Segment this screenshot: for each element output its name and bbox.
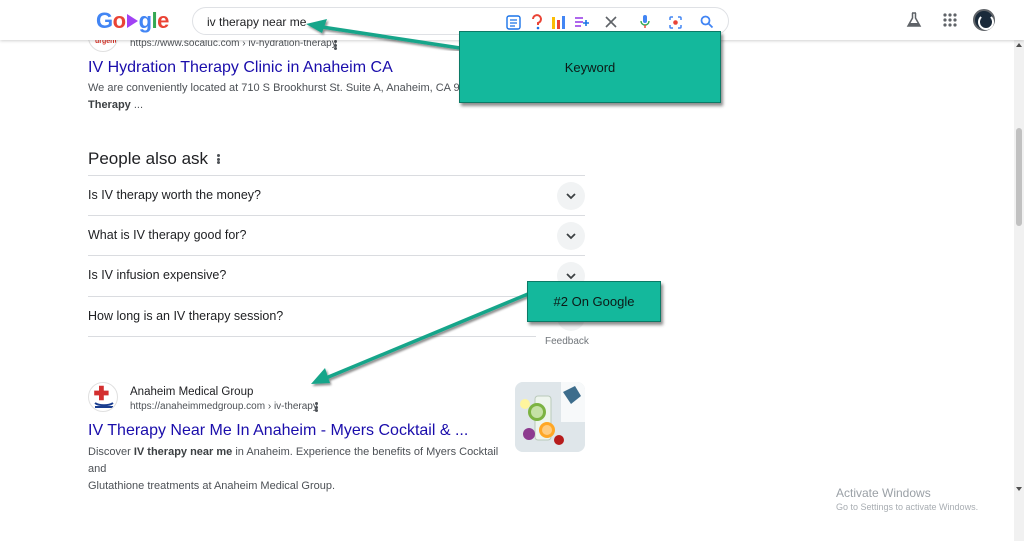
paa-question-2[interactable]: What is IV therapy good for? bbox=[88, 215, 585, 255]
microphone-icon[interactable] bbox=[637, 14, 653, 30]
rank-callout: #2 On Google bbox=[527, 281, 661, 322]
apps-grid-icon[interactable] bbox=[940, 10, 960, 30]
result1-snippet: We are conveniently located at 710 S Bro… bbox=[88, 80, 468, 114]
paa-title: People also ask bbox=[88, 149, 209, 168]
list-add-icon[interactable] bbox=[574, 14, 590, 30]
result2-favicon bbox=[88, 382, 118, 412]
paa-question-3[interactable]: Is IV infusion expensive? bbox=[88, 255, 585, 295]
result1-snippet-line1: We are conveniently located at 710 S Bro… bbox=[88, 82, 468, 94]
result2-snippet: Discover IV therapy near me in Anaheim. … bbox=[88, 444, 508, 495]
result2-title[interactable]: IV Therapy Near Me In Anaheim - Myers Co… bbox=[88, 422, 468, 440]
clear-icon[interactable] bbox=[603, 14, 619, 30]
paa-more-icon[interactable] bbox=[213, 152, 223, 166]
play-icon bbox=[126, 14, 138, 28]
search-input[interactable] bbox=[207, 13, 487, 31]
scroll-down-icon[interactable] bbox=[1016, 487, 1022, 491]
account-avatar[interactable] bbox=[973, 9, 995, 31]
keyword-callout: Keyword bbox=[459, 31, 721, 103]
result2-snippet-bold: IV therapy near me bbox=[133, 446, 233, 458]
divider bbox=[88, 336, 536, 337]
result1-more-icon[interactable] bbox=[330, 38, 340, 52]
result2-more-icon[interactable] bbox=[311, 400, 321, 414]
activate-windows-title: Activate Windows bbox=[836, 486, 931, 500]
page-scrollbar[interactable] bbox=[1014, 40, 1024, 541]
scrollbar-thumb[interactable] bbox=[1016, 128, 1022, 226]
chevron-down-icon[interactable] bbox=[557, 182, 585, 210]
result1-snippet-tail: ... bbox=[130, 99, 144, 111]
result2-url[interactable]: https://anaheimmedgroup.com › iv-therapy bbox=[130, 401, 318, 412]
result2-snippet-line2: Glutathione treatments at Anaheim Medica… bbox=[88, 480, 336, 492]
chevron-down-icon[interactable] bbox=[557, 222, 585, 250]
result1-title[interactable]: IV Hydration Therapy Clinic in Anaheim C… bbox=[88, 59, 393, 77]
paa-question-text: How long is an IV therapy session? bbox=[88, 309, 284, 323]
paa-question-1[interactable]: Is IV therapy worth the money? bbox=[88, 175, 585, 215]
result1-snippet-bold: Therapy bbox=[88, 99, 131, 111]
feedback-link[interactable]: Feedback bbox=[545, 336, 589, 347]
search-icon[interactable] bbox=[699, 14, 715, 30]
result2-thumbnail[interactable] bbox=[515, 382, 585, 452]
fruit-drink-image bbox=[515, 382, 585, 452]
paa-question-text: Is IV infusion expensive? bbox=[88, 268, 227, 282]
result2-site-name[interactable]: Anaheim Medical Group bbox=[130, 386, 253, 398]
paa-question-text: What is IV therapy good for? bbox=[88, 228, 247, 242]
google-doodle-logo[interactable]: Gogle bbox=[96, 8, 169, 34]
checklist-icon[interactable] bbox=[505, 14, 521, 30]
google-lens-icon[interactable] bbox=[667, 14, 683, 30]
paa-question-text: Is IV therapy worth the money? bbox=[88, 188, 262, 202]
paa-question-4[interactable]: How long is an IV therapy session? bbox=[88, 296, 585, 336]
bar-graph-icon[interactable] bbox=[551, 14, 567, 30]
labs-flask-icon[interactable] bbox=[904, 10, 924, 30]
medical-cross-icon bbox=[94, 385, 114, 408]
result2-snippet-pre: Discover bbox=[88, 446, 134, 458]
scroll-up-icon[interactable] bbox=[1016, 43, 1022, 47]
activate-windows-subtitle: Go to Settings to activate Windows. bbox=[836, 502, 979, 512]
question-icon[interactable] bbox=[529, 14, 545, 30]
